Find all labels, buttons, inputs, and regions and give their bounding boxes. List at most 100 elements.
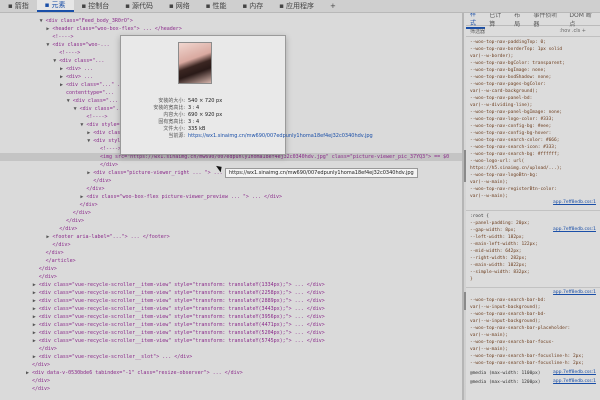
css-declaration[interactable]: --woo-top-nav-search-bar-focusline-h: 2p… — [470, 360, 584, 367]
dom-node-line[interactable]: ▶ <div class="vue-recycle-scroller__item-… — [33, 321, 325, 329]
css-declaration[interactable]: var(--w-dividing-line); — [470, 102, 532, 109]
css-source-link[interactable]: app.7eff8edb.css:1 — [553, 290, 596, 295]
css-declaration[interactable]: --woo-logo-url: url( — [470, 158, 524, 165]
tab-6[interactable]: ▪ 内存 — [235, 0, 272, 12]
css-declaration[interactable]: --right-width: 282px; — [470, 255, 527, 262]
css-declaration[interactable]: var(--w-main); — [470, 332, 508, 339]
styles-tab-2[interactable]: 布局 — [510, 13, 529, 28]
css-declaration[interactable]: --panel-padding: 20px; — [470, 220, 530, 227]
dom-node-line[interactable]: </div> — [53, 225, 77, 233]
current-source-link[interactable]: https://wx1.sinaimg.cn/mw690/007edpunly1… — [188, 133, 373, 140]
styles-tab-3[interactable]: 事件侦听器 — [529, 13, 565, 28]
dom-node-line[interactable]: </div> — [74, 201, 98, 209]
tab-2[interactable]: ▪ 控制台 — [74, 0, 118, 12]
tab-7[interactable]: ▪ 应用程序 — [271, 0, 322, 12]
dom-node-line[interactable]: ▶ <div> ... — [60, 73, 93, 81]
css-declaration[interactable]: --main-width: 1022px; — [470, 262, 527, 269]
css-declaration[interactable]: --woo-top-nav-logo-color: #333; — [470, 116, 554, 123]
css-declaration[interactable]: --woo-top-nav-borderTop: 1px solid — [470, 46, 562, 53]
dom-node-line[interactable]: ▼ <div class="Feed_body_3R0rO"> — [40, 17, 133, 25]
css-declaration[interactable]: --woo-top-nav-panel-bgImage: none; — [470, 109, 562, 116]
tab-3[interactable]: ▪ 源代码 — [117, 0, 161, 12]
css-source-link[interactable]: app.7eff8edb.css:1 — [553, 200, 596, 205]
dom-node-line[interactable]: ▶ <footer aria-label="..."> ... </footer> — [46, 233, 169, 241]
dom-node-line[interactable]: ▶ <div data-v-0530bde6 tabindex="-1" clas… — [26, 369, 243, 377]
dom-node-line[interactable]: </div> — [67, 209, 91, 217]
dom-node-line[interactable]: </div> — [60, 217, 84, 225]
css-declaration[interactable]: --woo-top-nav-bgColor: transparent; — [470, 60, 565, 67]
css-declaration[interactable]: var(--w-main); — [470, 179, 508, 186]
styles-tab-4[interactable]: DOM 断点 — [565, 13, 600, 28]
tab-5[interactable]: ▪ 性能 — [198, 0, 235, 12]
css-declaration[interactable]: var(--w-main); — [470, 193, 508, 200]
dom-node-line[interactable]: <!----> — [94, 145, 121, 153]
css-declaration[interactable]: --mid-width: 642px; — [470, 248, 521, 255]
dom-node-line[interactable]: ▼ <div class="... — [53, 57, 104, 65]
dom-node-line[interactable]: </div> — [33, 345, 57, 353]
css-declaration[interactable]: --woo-top-nav-config-bg: #eee; — [470, 123, 551, 130]
dom-node-line[interactable]: <!----> — [46, 33, 73, 41]
css-declaration[interactable]: var(--w-main); — [470, 346, 508, 353]
css-declaration[interactable]: var(--w-border); — [470, 53, 513, 60]
css-declaration[interactable]: --woo-top-nav-search-bg: #ffffff; — [470, 151, 559, 158]
css-declaration[interactable]: --woo-top-nav-registerBtn-color: — [470, 186, 557, 193]
dom-node-line[interactable]: </div> — [87, 177, 111, 185]
dom-node-line[interactable]: </article> — [40, 257, 76, 265]
css-declaration[interactable]: @media (max-width: 1200px) — [470, 379, 540, 386]
dom-node-line[interactable]: ▼ <div class="... — [67, 97, 118, 105]
dom-node-line[interactable]: ▶ <div> ... — [60, 65, 93, 73]
css-declaration[interactable]: @media (max-width: 1100px) — [470, 370, 540, 377]
css-declaration[interactable]: --left-width: 182px; — [470, 234, 524, 241]
dom-node-line[interactable]: <!----> — [80, 113, 107, 121]
dom-node-line[interactable]: ▶ <header class="woo-box-flex"> ... </hea… — [46, 25, 181, 33]
css-declaration[interactable]: --woo-top-nav-search-color: #666; — [470, 137, 559, 144]
dom-node-line[interactable]: ▶ <div class="vue-recycle-scroller__item-… — [33, 305, 325, 313]
css-declaration[interactable]: --woo-top-nav-paddingTop: 0; — [470, 39, 546, 46]
css-declaration[interactable]: --woo-top-nav-bgImage: none; — [470, 67, 546, 74]
css-source-link[interactable]: app.7eff8edb.css:1 — [553, 370, 596, 375]
dom-node-line[interactable]: </div> — [40, 249, 64, 257]
css-declaration[interactable]: --woo-top-nav-panel-bd: — [470, 95, 532, 102]
dom-node-line[interactable]: ▶ <div class="vue-recycle-scroller__item-… — [33, 313, 325, 321]
css-declaration[interactable]: --woo-top-nav-search-bar-focus- — [470, 339, 554, 346]
tab-4[interactable]: ▪ 网络 — [161, 0, 198, 12]
css-source-link[interactable]: app.7eff8edb.css:1 — [553, 379, 596, 384]
css-declaration[interactable]: --woo-top-nav-config-bg-hover: — [470, 130, 551, 137]
dom-node-line[interactable]: </div> — [33, 265, 57, 273]
dom-node-line[interactable]: </div> — [26, 361, 50, 369]
dom-node-line[interactable]: ▼ <div class="... — [74, 105, 125, 113]
dom-node-line[interactable]: contenttype="... — [60, 89, 114, 97]
dom-node-line[interactable]: </div> — [46, 241, 70, 249]
add-tab-button[interactable]: + — [322, 0, 344, 12]
css-declaration[interactable]: } — [470, 276, 473, 283]
dom-node-line[interactable]: </div> — [94, 161, 118, 169]
css-declaration[interactable]: --woo-top-nav-search-bar-bd: — [470, 297, 546, 304]
panel-divider[interactable] — [462, 13, 464, 400]
dom-node-line[interactable]: </div> — [26, 377, 50, 385]
filter-input[interactable]: 筛选器 — [470, 28, 485, 35]
tab-1[interactable]: ▪ 元素 — [36, 0, 74, 12]
dom-node-line[interactable]: </div> — [80, 185, 104, 193]
dom-node-line[interactable]: <!----> — [53, 49, 80, 57]
dom-node-line[interactable]: ▶ <div class="vue-recycle-scroller__item-… — [33, 297, 325, 305]
css-declaration[interactable]: --simple-width: 832px; — [470, 269, 530, 276]
dom-node-line[interactable]: ▶ <div class="vue-recycle-scroller__slot"… — [33, 353, 193, 361]
css-declaration[interactable]: var(--w-card-background); — [470, 88, 538, 95]
styles-tab-1[interactable]: 已计算 — [485, 13, 510, 28]
css-declaration[interactable]: var(--w-input-background); — [470, 304, 540, 311]
css-declaration[interactable]: --woo-top-nav-bxdShadow: none; — [470, 74, 551, 81]
tab-0[interactable]: ▪ 箭指 — [0, 0, 37, 12]
css-declaration[interactable]: --woo-top-nav-pages-bgColor: — [470, 81, 546, 88]
dom-node-line[interactable]: </div> — [26, 385, 50, 393]
css-declaration[interactable]: :root { — [470, 213, 489, 220]
dom-node-line[interactable]: ▶ <div class="vue-recycle-scroller__item-… — [33, 337, 325, 345]
css-declaration[interactable]: --woo-top-nav-search-bar-bd- — [470, 311, 546, 318]
dom-node-line[interactable]: ▶ <div class="woo-box-flex picture-viewer… — [80, 193, 282, 201]
hov-cls-toggle[interactable]: :hov .cls + — [559, 28, 600, 34]
css-declaration[interactable]: --woo-top-nav-search-bar-placeholder: — [470, 325, 570, 332]
css-declaration[interactable]: var(--w-input-background); — [470, 318, 540, 325]
css-declaration[interactable]: --woo-top-nav-search-bar-focusline-h: 2p… — [470, 353, 584, 360]
css-declaration[interactable]: https://h5.sinaimg.cn/upload/...); — [470, 165, 562, 172]
dom-node-line[interactable]: </div> — [33, 273, 57, 281]
css-declaration[interactable]: --gap-width: 8px; — [470, 227, 516, 234]
